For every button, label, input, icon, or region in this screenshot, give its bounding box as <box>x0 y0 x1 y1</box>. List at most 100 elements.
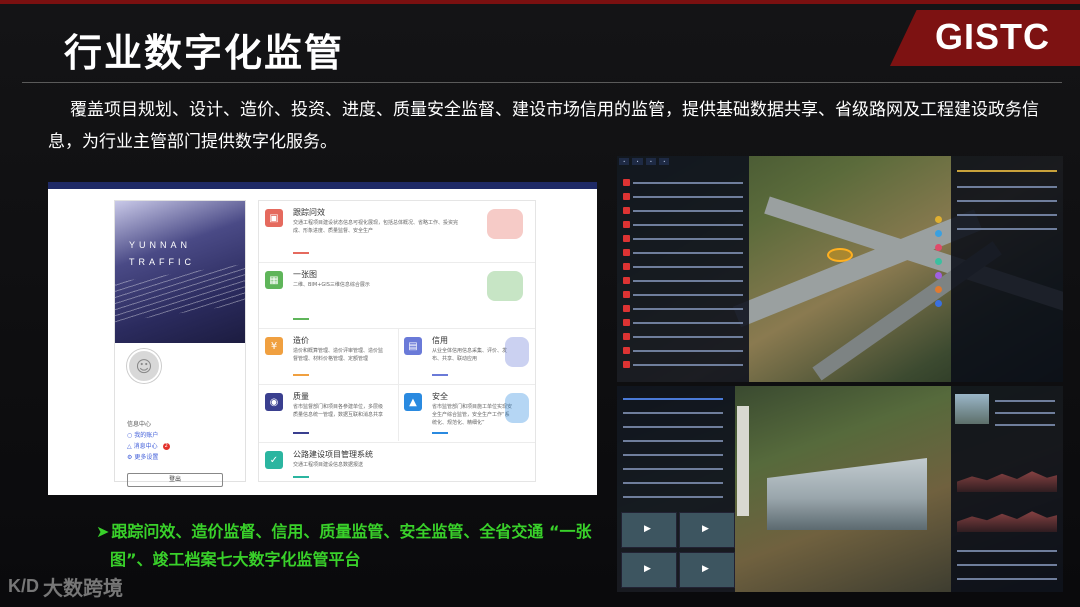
event-row[interactable] <box>623 304 743 313</box>
tree-row[interactable] <box>623 450 723 459</box>
chat-bubble-icon <box>487 209 523 239</box>
menu-item-settings[interactable]: ⚙ 更多设置 <box>127 452 170 463</box>
event-line <box>633 237 743 240</box>
event-row[interactable] <box>623 192 743 201</box>
module-project-system[interactable]: ✓ 公路建设项目管理系统 交通工程项目建设信息数据报送 <box>259 443 535 481</box>
layer-toggle[interactable] <box>935 300 942 307</box>
alert-icon <box>623 333 630 340</box>
tree-row[interactable] <box>623 436 723 445</box>
info-line <box>957 169 1057 172</box>
tree-row[interactable] <box>623 394 723 403</box>
menu-item-info-center[interactable]: 信息中心 <box>127 419 170 430</box>
module-cost[interactable]: ¥ 造价 造价和概算管理、造价评审管理、造价监督管理、材料价格管理、定额管理 <box>259 329 398 385</box>
event-row[interactable] <box>623 220 743 229</box>
banner-line-2: TRAFFIC <box>129 257 195 267</box>
checklist-icon: ✓ <box>265 451 283 469</box>
module-accent-bar <box>432 432 448 434</box>
avatar[interactable]: ☺ <box>127 349 161 383</box>
event-row[interactable] <box>623 178 743 187</box>
yen-icon: ¥ <box>265 337 283 355</box>
tree-row[interactable] <box>623 478 723 487</box>
arrow-bullet-icon: ➤ <box>96 522 110 541</box>
camera-video-tile[interactable] <box>679 512 735 548</box>
event-row[interactable] <box>623 248 743 257</box>
alert-icon <box>623 193 630 200</box>
event-row[interactable] <box>623 290 743 299</box>
module-title: 公路建设项目管理系统 <box>293 450 373 459</box>
station-3d-screenshot <box>617 386 1063 592</box>
watermark-text: 大数跨境 <box>43 576 123 600</box>
module-title: 质量 <box>293 392 309 401</box>
tree-row[interactable] <box>623 492 723 501</box>
event-row[interactable] <box>623 206 743 215</box>
module-accent-bar <box>293 252 309 254</box>
portal-screenshot: YUNNAN TRAFFIC ☺ 信息中心 ○ 我的账户 △ 消息中心 2 ⚙ 更多设置… <box>48 182 597 495</box>
module-desc: 省市监督部门和项目各参建单位，多层级质量信息统一管理，数据互联和消息共享 <box>293 404 384 418</box>
panel-tab[interactable]: • <box>619 158 630 165</box>
layer-toggle[interactable] <box>935 272 942 279</box>
safety-deco-icon <box>505 393 529 423</box>
info-line <box>957 563 1057 566</box>
id-card-icon: ▤ <box>404 337 422 355</box>
tree-line <box>623 397 723 400</box>
module-desc: 交通工程项目建设信息数据报送 <box>293 462 364 468</box>
panel-tab[interactable]: • <box>659 158 670 165</box>
event-row[interactable] <box>623 318 743 327</box>
module-desc: 交通工程项目建设状态信息可视化展现，包括总体概况、省略工作、投资完成、形象进度、… <box>293 220 459 234</box>
event-line <box>633 349 743 352</box>
info-line <box>957 577 1057 580</box>
layer-toggle[interactable] <box>935 244 942 251</box>
layer-toggle[interactable] <box>935 286 942 293</box>
tree-row[interactable] <box>623 422 723 431</box>
layer-toggle[interactable] <box>935 258 942 265</box>
event-row[interactable] <box>623 360 743 369</box>
layer-toggle[interactable] <box>935 230 942 237</box>
module-accent-bar <box>432 374 448 376</box>
project-thumbnail <box>955 394 989 424</box>
module-one-map[interactable]: ▦ 一张图 二维、BIM+GIS三维信息综合展示 <box>259 263 535 329</box>
event-line <box>633 307 743 310</box>
event-row[interactable] <box>623 276 743 285</box>
bullet-line-1: ➤ 跟踪问效、造价监督、信用、质量监管、安全监管、全省交通 “一张 <box>96 518 636 546</box>
event-row[interactable] <box>623 346 743 355</box>
module-accent-bar <box>293 318 309 320</box>
watermark-logo: K/D <box>8 576 39 596</box>
module-credit[interactable]: ▤ 信用 从业全体信用信息采集、评价、发布、共享、联动应用 <box>398 329 535 385</box>
module-desc: 二维、BIM+GIS三维信息综合展示 <box>293 282 370 288</box>
module-safety[interactable]: ▲ 安全 省市监管部门和项目施工单位实现安全生产综合监管，安全生产工作“系统化、… <box>398 385 535 443</box>
module-grid: ▣ 跟踪问效 交通工程项目建设状态信息可视化展现，包括总体概况、省略工作、投资完… <box>258 200 536 482</box>
module-quality[interactable]: ◉ 质量 省市监督部门和项目各参建单位，多层级质量信息统一管理，数据互联和消息共… <box>259 385 398 443</box>
page-title: 行业数字化监管 <box>64 31 345 75</box>
module-tracking[interactable]: ▣ 跟踪问效 交通工程项目建设状态信息可视化展现，包括总体概况、省略工作、投资完… <box>259 201 535 263</box>
menu-label: 信息中心 <box>127 421 152 428</box>
module-accent-bar <box>293 476 309 478</box>
event-row[interactable] <box>623 332 743 341</box>
module-divider <box>398 329 399 441</box>
info-panel <box>951 156 1063 382</box>
info-line <box>995 423 1055 426</box>
portal-top-bar <box>48 182 597 189</box>
event-line <box>633 181 743 184</box>
info-row <box>957 224 1057 233</box>
menu-item-my-account[interactable]: ○ 我的账户 <box>127 430 170 441</box>
tree-line <box>623 453 723 456</box>
event-row[interactable] <box>623 234 743 243</box>
logout-button[interactable]: 登出 <box>127 473 223 487</box>
menu-item-messages[interactable]: △ 消息中心 2 <box>127 441 170 452</box>
menu-label: 我的账户 <box>134 432 159 439</box>
info-row <box>995 408 1055 417</box>
info-line <box>957 549 1057 552</box>
event-row[interactable] <box>623 262 743 271</box>
tree-row[interactable] <box>623 408 723 417</box>
tree-row[interactable] <box>623 464 723 473</box>
platform-bullet: ➤ 跟踪问效、造价监督、信用、质量监管、安全监管、全省交通 “一张 图”、竣工档案… <box>96 518 636 574</box>
event-line <box>633 279 743 282</box>
bullet-line-2: 图”、竣工档案七大数字化监管平台 <box>110 550 361 569</box>
camera-video-tile[interactable] <box>679 552 735 588</box>
event-list-panel: • • • • <box>617 156 749 382</box>
panel-tab[interactable]: • <box>632 158 643 165</box>
info-line <box>957 199 1057 202</box>
panel-tab[interactable]: • <box>645 158 657 165</box>
bridge-tower <box>737 406 749 516</box>
layer-toggle[interactable] <box>935 216 942 223</box>
